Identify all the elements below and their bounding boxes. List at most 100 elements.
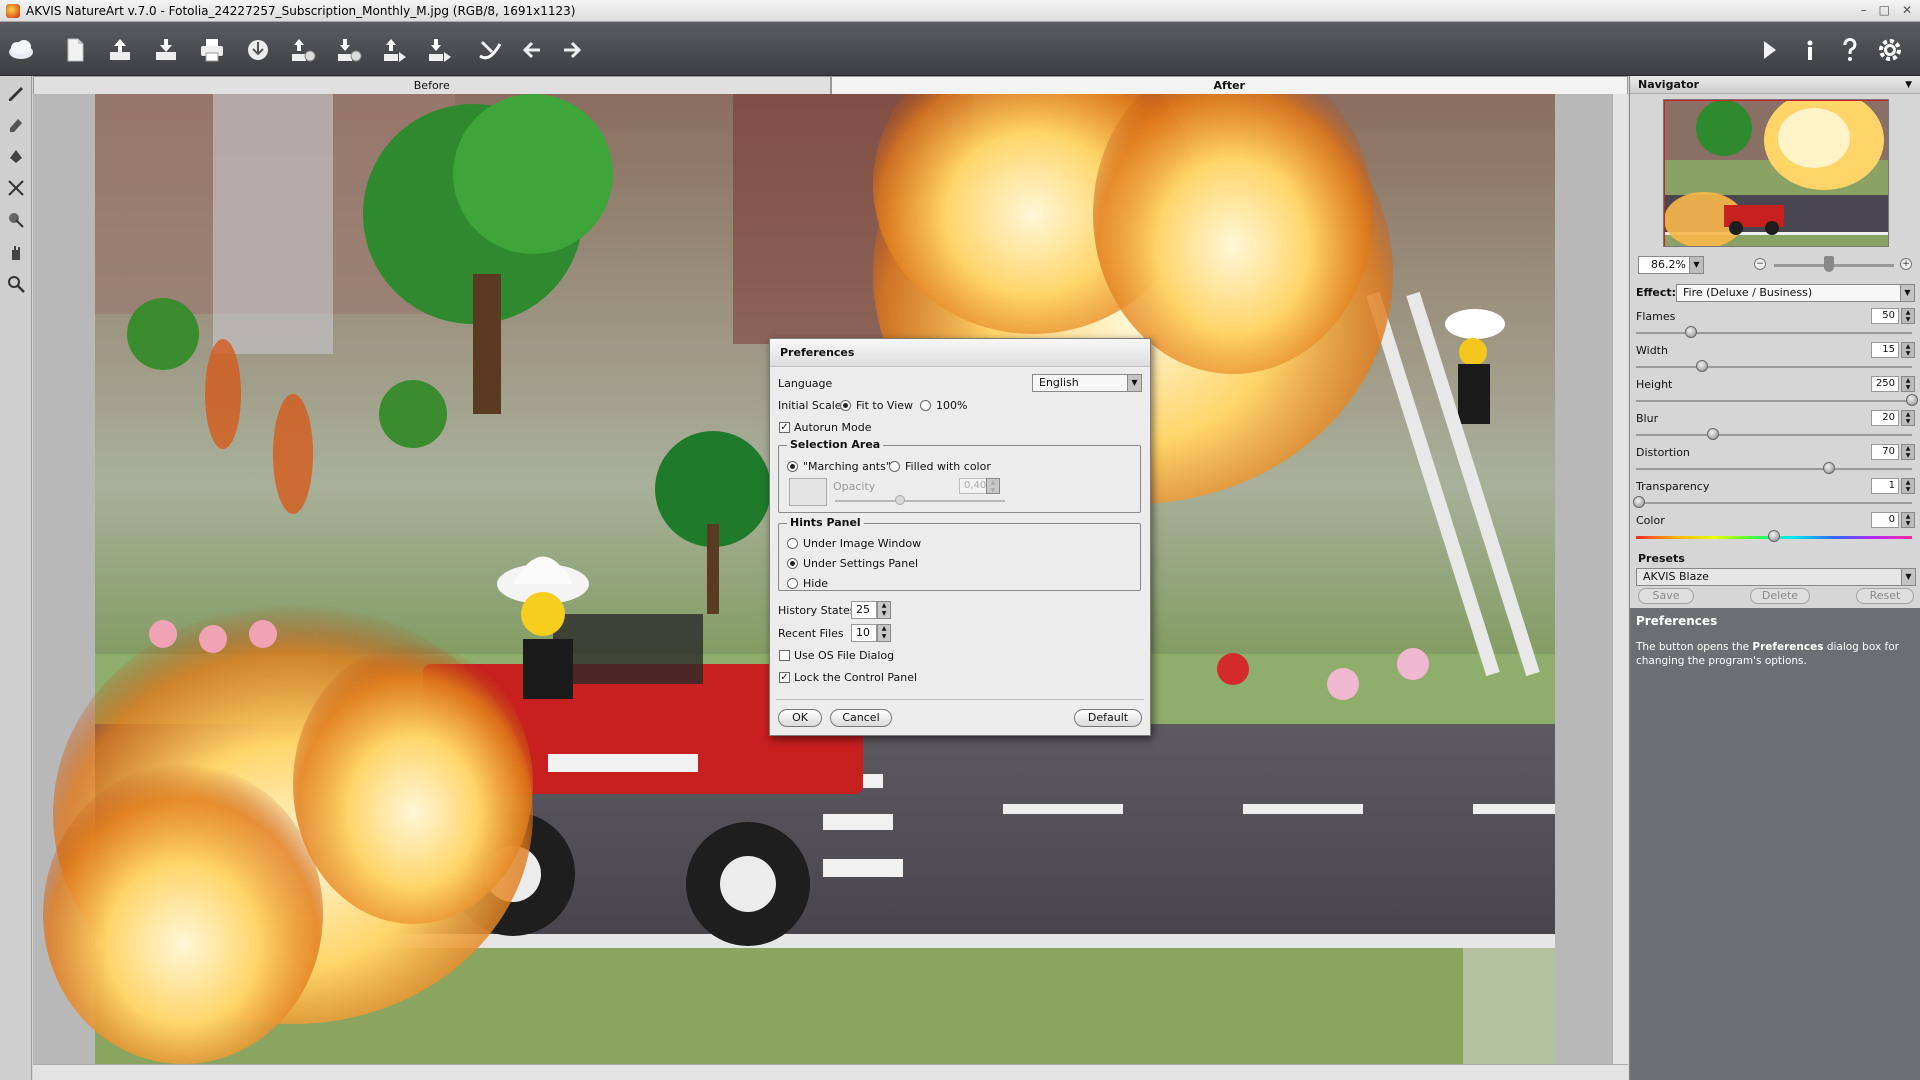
effect-select[interactable]: Fire (Deluxe / Business) ▼ bbox=[1676, 284, 1915, 302]
new-file-icon[interactable] bbox=[58, 33, 92, 67]
param-slider-track[interactable] bbox=[1636, 366, 1912, 368]
history-spinner[interactable]: ▲ ▼ bbox=[877, 601, 891, 619]
param-slider-thumb[interactable] bbox=[1632, 496, 1645, 508]
param-spinner[interactable]: ▲ ▼ bbox=[1901, 342, 1915, 358]
scale-fit-radio[interactable] bbox=[840, 400, 851, 411]
param-slider-track[interactable] bbox=[1636, 434, 1912, 436]
share-download-icon[interactable] bbox=[423, 33, 457, 67]
marching-ants-radio[interactable] bbox=[787, 461, 798, 472]
autorun-checkbox[interactable]: ✓ bbox=[779, 422, 790, 433]
chevron-down-icon[interactable]: ▼ bbox=[1689, 257, 1703, 273]
preferences-gear-icon[interactable] bbox=[1873, 33, 1907, 67]
vertical-scrollbar[interactable] bbox=[1612, 94, 1628, 1066]
param-slider-track[interactable] bbox=[1636, 400, 1912, 402]
info-icon[interactable] bbox=[1793, 33, 1827, 67]
param-slider-track[interactable] bbox=[1636, 468, 1912, 470]
print-icon[interactable] bbox=[195, 33, 229, 67]
history-states-field[interactable]: 25 ▲ ▼ bbox=[851, 601, 891, 619]
maximize-button[interactable]: □ bbox=[1879, 3, 1890, 17]
param-value-field[interactable]: 70 bbox=[1871, 444, 1899, 460]
param-slider-thumb[interactable] bbox=[1823, 462, 1836, 474]
chevron-down-icon[interactable]: ▼ bbox=[1901, 569, 1915, 585]
batch-icon[interactable] bbox=[241, 33, 275, 67]
opacity-spinner[interactable]: ▲ ▼ bbox=[986, 478, 1000, 494]
run-icon[interactable] bbox=[1752, 33, 1786, 67]
param-slider-thumb[interactable] bbox=[1768, 530, 1780, 542]
undo-icon[interactable] bbox=[515, 33, 549, 67]
param-spinner[interactable]: ▲ ▼ bbox=[1901, 444, 1915, 460]
export-settings-icon[interactable] bbox=[332, 33, 366, 67]
param-slider-thumb[interactable] bbox=[1685, 326, 1698, 338]
zoom-out-icon[interactable]: − bbox=[1754, 258, 1766, 270]
navigator-thumbnail[interactable] bbox=[1663, 99, 1889, 247]
param-spinner[interactable]: ▲ ▼ bbox=[1901, 410, 1915, 426]
recent-files-field[interactable]: 10 ▲ ▼ bbox=[851, 624, 891, 642]
hand-tool-icon[interactable] bbox=[2, 238, 30, 266]
redo-icon[interactable] bbox=[555, 33, 589, 67]
param-spinner[interactable]: ▲ ▼ bbox=[1901, 308, 1915, 324]
import-settings-icon[interactable] bbox=[286, 33, 320, 67]
tab-before[interactable]: Before bbox=[33, 76, 831, 94]
chevron-down-icon[interactable]: ▼ bbox=[1900, 285, 1914, 301]
ok-button[interactable]: OK bbox=[778, 709, 822, 727]
zoom-slider-track[interactable] bbox=[1774, 264, 1894, 267]
filled-color-radio[interactable] bbox=[889, 461, 900, 472]
lock-panel-checkbox[interactable]: ✓ bbox=[779, 672, 790, 683]
zoom-in-icon[interactable]: + bbox=[1900, 258, 1912, 270]
param-slider-track[interactable] bbox=[1636, 502, 1912, 504]
minimize-button[interactable]: – bbox=[1861, 3, 1867, 17]
param-slider-track[interactable] bbox=[1636, 332, 1912, 334]
hints-under-image-radio[interactable] bbox=[787, 538, 798, 549]
horizontal-scrollbar[interactable] bbox=[33, 1064, 1628, 1080]
use-os-dialog-checkbox[interactable] bbox=[779, 650, 790, 661]
save-preset-button[interactable]: Save bbox=[1638, 588, 1694, 604]
zoom-tool-icon[interactable] bbox=[2, 270, 30, 298]
collapse-arrow-icon[interactable]: ▼ bbox=[1905, 76, 1912, 94]
language-select[interactable]: English ▼ bbox=[1032, 374, 1142, 392]
tab-after[interactable]: After bbox=[830, 76, 1628, 94]
help-icon[interactable] bbox=[1833, 33, 1867, 67]
crop-tool-icon[interactable] bbox=[2, 174, 30, 202]
param-0: Flames 50 ▲ ▼ bbox=[1634, 308, 1917, 342]
param-slider-thumb[interactable] bbox=[1906, 394, 1918, 406]
history-brush-icon[interactable] bbox=[2, 206, 30, 234]
zoom-slider-thumb[interactable] bbox=[1824, 256, 1834, 272]
param-value-field[interactable]: 1 bbox=[1871, 478, 1899, 494]
save-icon[interactable] bbox=[149, 33, 183, 67]
color-swatch[interactable] bbox=[789, 478, 827, 506]
hints-under-settings-label: Under Settings Panel bbox=[803, 557, 919, 570]
brush-icon[interactable] bbox=[473, 33, 507, 67]
param-value-field[interactable]: 0 bbox=[1871, 512, 1899, 528]
open-icon[interactable] bbox=[103, 33, 137, 67]
param-value-field[interactable]: 15 bbox=[1871, 342, 1899, 358]
scale-100-radio[interactable] bbox=[920, 400, 931, 411]
eraser-tool-icon[interactable] bbox=[2, 110, 30, 138]
opacity-field[interactable]: 0,40 ▲ ▼ bbox=[959, 478, 1000, 494]
left-tool-strip bbox=[0, 76, 32, 1080]
share-upload-icon[interactable] bbox=[378, 33, 412, 67]
opacity-slider-thumb[interactable] bbox=[895, 495, 905, 505]
param-spinner[interactable]: ▲ ▼ bbox=[1901, 512, 1915, 528]
default-button[interactable]: Default bbox=[1074, 709, 1142, 727]
param-value-field[interactable]: 20 bbox=[1871, 410, 1899, 426]
delete-preset-button[interactable]: Delete bbox=[1750, 588, 1810, 604]
hints-under-settings-radio[interactable] bbox=[787, 558, 798, 569]
param-spinner[interactable]: ▲ ▼ bbox=[1901, 376, 1915, 392]
recent-spinner[interactable]: ▲ ▼ bbox=[877, 624, 891, 642]
param-slider-thumb[interactable] bbox=[1707, 428, 1720, 440]
param-spinner[interactable]: ▲ ▼ bbox=[1901, 478, 1915, 494]
reset-preset-button[interactable]: Reset bbox=[1856, 588, 1914, 604]
close-button[interactable]: ✕ bbox=[1902, 3, 1912, 17]
zoom-select[interactable]: 86.2% ▼ bbox=[1638, 256, 1704, 274]
param-value-field[interactable]: 250 bbox=[1871, 376, 1899, 392]
param-value-field[interactable]: 50 bbox=[1871, 308, 1899, 324]
fill-tool-icon[interactable] bbox=[2, 142, 30, 170]
preset-select[interactable]: AKVIS Blaze ▼ bbox=[1636, 568, 1916, 586]
direction-tool-icon[interactable] bbox=[2, 78, 30, 106]
opacity-slider-track[interactable] bbox=[835, 500, 1005, 502]
param-slider-thumb[interactable] bbox=[1696, 360, 1709, 372]
cancel-button[interactable]: Cancel bbox=[830, 709, 892, 727]
cloud-logo-icon[interactable] bbox=[4, 33, 38, 67]
hints-hide-radio[interactable] bbox=[787, 578, 798, 589]
chevron-down-icon[interactable]: ▼ bbox=[1127, 375, 1141, 391]
